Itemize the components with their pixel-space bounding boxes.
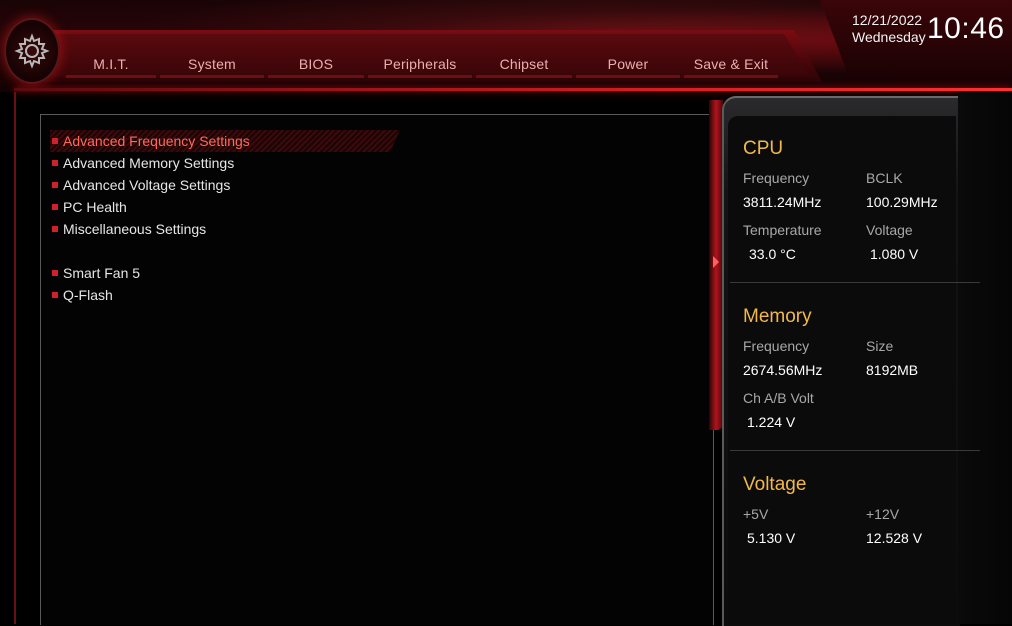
menu-item-label: Advanced Voltage Settings	[63, 177, 231, 193]
logo-gear	[4, 18, 60, 84]
cpu-title: CPU	[743, 138, 784, 159]
menu-item-pc-health[interactable]: PC Health	[50, 196, 407, 218]
voltage-5v-value: 5.130 V	[747, 530, 796, 546]
clock-time: 10:46	[927, 12, 1005, 45]
right-edge	[958, 92, 1012, 624]
menu-item-label: Miscellaneous Settings	[63, 221, 207, 237]
menu-item-label: PC Health	[63, 199, 127, 215]
menu-item-advanced-memory[interactable]: Advanced Memory Settings	[50, 152, 407, 174]
date-text: 12/21/2022	[852, 12, 923, 28]
menu-spacer	[50, 240, 407, 262]
menu-item-q-flash[interactable]: Q-Flash	[50, 284, 407, 306]
cpu-frequency-value: 3811.24MHz	[743, 194, 822, 210]
tab-chipset[interactable]: Chipset	[474, 54, 574, 78]
side-divider	[709, 100, 723, 430]
section-separator	[730, 450, 980, 451]
section-separator	[730, 282, 980, 283]
gear-icon	[14, 33, 50, 69]
weekday-text: Wednesday	[852, 29, 926, 45]
tab-bios[interactable]: BIOS	[266, 54, 366, 78]
bullet-icon	[52, 138, 58, 144]
memory-chab-value: 1.224 V	[747, 414, 796, 430]
voltage-5v-label: +5V	[743, 506, 769, 522]
memory-chab-label: Ch A/B Volt	[743, 390, 814, 406]
tab-save-exit[interactable]: Save & Exit	[682, 54, 780, 78]
bullet-icon	[52, 226, 58, 232]
tab-peripherals[interactable]: Peripherals	[366, 54, 474, 78]
main-tabs: M.I.T. System BIOS Peripherals Chipset P…	[64, 54, 780, 82]
memory-frequency-value: 2674.56MHz	[743, 362, 823, 378]
menu-item-label: Q-Flash	[63, 287, 113, 303]
settings-menu: Advanced Frequency Settings Advanced Mem…	[50, 130, 407, 306]
memory-title: Memory	[743, 306, 812, 327]
tab-power[interactable]: Power	[574, 54, 682, 78]
bullet-icon	[52, 160, 58, 166]
cpu-bclk-value: 100.29MHz	[866, 194, 938, 210]
cpu-voltage-label: Voltage	[866, 222, 913, 238]
voltage-12v-label: +12V	[866, 506, 900, 522]
menu-item-miscellaneous[interactable]: Miscellaneous Settings	[50, 218, 407, 240]
voltage-12v-value: 12.528 V	[866, 530, 923, 546]
memory-frequency-label: Frequency	[743, 338, 810, 354]
bullet-icon	[52, 270, 58, 276]
bullet-icon	[52, 292, 58, 298]
memory-size-value: 8192MB	[866, 362, 919, 378]
cpu-temperature-label: Temperature	[743, 222, 822, 238]
menu-item-smart-fan[interactable]: Smart Fan 5	[50, 262, 407, 284]
chevron-right-icon	[713, 256, 719, 268]
voltage-title: Voltage	[743, 474, 807, 495]
cpu-bclk-label: BCLK	[866, 170, 903, 186]
cpu-temperature-value: 33.0 °C	[749, 246, 796, 262]
menu-item-advanced-frequency[interactable]: Advanced Frequency Settings	[50, 130, 400, 152]
memory-size-label: Size	[866, 338, 894, 354]
clock-date: 12/21/2022 Wednesday	[852, 12, 926, 46]
tab-system[interactable]: System	[158, 54, 266, 78]
bullet-icon	[52, 182, 58, 188]
cpu-voltage-value: 1.080 V	[870, 246, 919, 262]
header-red-line	[14, 88, 1012, 91]
cpu-frequency-label: Frequency	[743, 170, 810, 186]
tab-mit[interactable]: M.I.T.	[64, 54, 158, 78]
menu-item-label: Smart Fan 5	[63, 265, 141, 281]
menu-item-label: Advanced Memory Settings	[63, 155, 235, 171]
bullet-icon	[52, 204, 58, 210]
menu-item-advanced-voltage[interactable]: Advanced Voltage Settings	[50, 174, 407, 196]
menu-item-label: Advanced Frequency Settings	[63, 133, 250, 149]
